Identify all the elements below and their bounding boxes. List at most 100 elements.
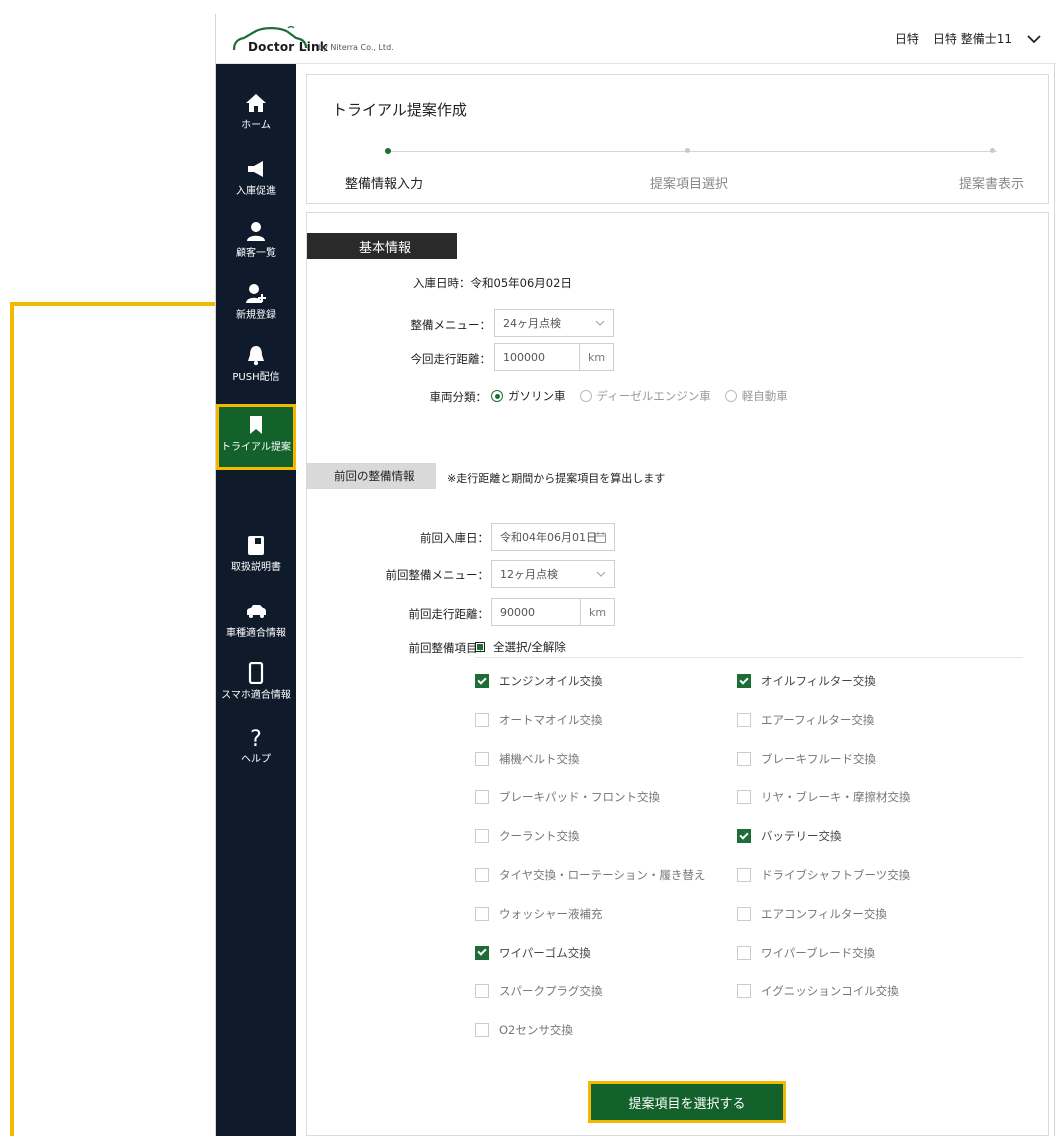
sidebar-item-label: PUSH配信 — [232, 372, 280, 383]
sidebar-item-manual[interactable]: 取扱説明書 — [216, 528, 296, 584]
sidebar-item-vehicle-info[interactable]: 車種適合情報 — [216, 594, 296, 650]
home-icon — [246, 94, 266, 112]
radio-kei[interactable]: 軽自動車 — [724, 388, 788, 404]
app-logo[interactable]: Doctor Link by Niterra Co., Ltd. — [230, 23, 420, 56]
step-label-2: 提案項目選択 — [650, 177, 729, 192]
checkbox-item[interactable]: リヤ・ブレーキ・摩擦材交換 — [737, 789, 911, 805]
checkbox-unchecked — [737, 906, 751, 921]
checkbox-label: ブレーキフルード交換 — [761, 751, 876, 766]
sidebar-item-label: ヘルプ — [241, 754, 271, 765]
car-icon — [247, 605, 266, 618]
checkbox-item[interactable]: O2センサ交換 — [475, 1022, 573, 1038]
checkbox-unchecked — [737, 751, 751, 766]
mileage-input[interactable]: 100000 km — [494, 343, 614, 371]
select-all-toggle[interactable]: 全選択/全解除 — [475, 639, 566, 655]
checkbox-label: スパークプラグ交換 — [499, 984, 603, 999]
logo-company: by Niterra Co., Ltd. — [318, 43, 394, 52]
checkbox-label: ワイパーブレード交換 — [761, 945, 876, 960]
vehicle-type-radio-group: ガソリン車 ディーゼルエンジン車 軽自動車 — [491, 388, 802, 404]
book-icon — [248, 536, 264, 555]
checkbox-unchecked — [737, 868, 751, 882]
user-name: 日特 整備士11 — [932, 32, 1012, 46]
megaphone-icon — [248, 161, 263, 177]
checkbox-item[interactable]: ブレーキパッド・フロント交換 — [475, 789, 660, 805]
user-company: 日特 — [894, 32, 919, 46]
checkbox-item[interactable]: ワイパーブレード交換 — [737, 945, 875, 961]
checkbox-label: クーラント交換 — [499, 829, 580, 844]
checkbox-item[interactable]: バッテリー交換 — [737, 828, 842, 844]
previous-date-input[interactable]: 令和04年06月01日 — [491, 523, 615, 551]
select-all-box — [475, 642, 485, 652]
sidebar-item-trial-proposal[interactable]: トライアル提案 — [216, 404, 296, 470]
bookmark-icon — [250, 416, 262, 434]
checkbox-label: オイルフィルター交換 — [761, 674, 876, 688]
sidebar-item-label: 入庫促進 — [236, 186, 276, 197]
previous-menu-select[interactable]: 12ヶ月点検 — [491, 560, 615, 588]
checkbox-label: リヤ・ブレーキ・摩擦材交換 — [761, 790, 911, 805]
sidebar-item-home[interactable]: ホーム — [216, 86, 296, 142]
checkbox-item[interactable]: ワイパーゴム交換 — [475, 945, 591, 961]
sidebar: ホーム 入庫促進 顧客一覧 新規登録 PUSH配信 トライアル提案 取扱説明書 — [216, 64, 296, 1136]
checkbox-item[interactable]: エアコンフィルター交換 — [737, 906, 887, 922]
person-icon — [247, 222, 265, 241]
checkbox-item[interactable]: ドライブシャフトブーツ交換 — [737, 867, 910, 883]
checkbox-unchecked — [475, 984, 489, 999]
radio-circle — [579, 390, 592, 402]
menu-select[interactable]: 24ヶ月点検 — [494, 309, 614, 337]
checkbox-label: エアーフィルター交換 — [761, 712, 875, 727]
sidebar-item-label: ホーム — [241, 120, 271, 131]
form-card: 基本情報 入庫日時：令和05年06月02日 整備メニュー： 24ヶ月点検 今回走… — [306, 212, 1049, 1136]
user-menu[interactable]: 日特 日特 整備士11 — [895, 30, 1042, 47]
checkbox-label: イグニッションコイル交換 — [761, 984, 899, 999]
previous-mileage-input[interactable]: 90000 km — [491, 598, 615, 626]
select-proposal-items-button[interactable]: 提案項目を選択する — [588, 1081, 786, 1123]
checkbox-unchecked — [475, 906, 489, 921]
checkbox-item[interactable]: クーラント交換 — [475, 828, 580, 844]
previous-info-heading: 前回の整備情報 — [306, 463, 436, 489]
checkbox-item[interactable]: ウォッシャー液補充 — [475, 906, 603, 922]
sidebar-item-smartphone-info[interactable]: スマホ適合情報 — [216, 656, 296, 712]
step-label-3: 提案書表示 — [959, 177, 1025, 192]
calendar-icon[interactable] — [595, 532, 606, 543]
mileage-unit: km — [579, 344, 613, 370]
step-dot-2 — [685, 148, 690, 153]
checkbox-unchecked — [737, 712, 751, 727]
bell-icon — [248, 346, 264, 366]
checkbox-label: オートマオイル交換 — [499, 712, 603, 727]
entry-date-value: 令和05年06月02日 — [470, 276, 572, 290]
checkbox-item[interactable]: オイルフィルター交換 — [737, 673, 876, 689]
smartphone-icon — [248, 662, 264, 684]
checkbox-item[interactable]: エアーフィルター交換 — [737, 712, 874, 728]
sidebar-item-promotion[interactable]: 入庫促進 — [216, 152, 296, 208]
checkbox-checked — [737, 674, 751, 688]
radio-diesel[interactable]: ディーゼルエンジン車 — [579, 388, 711, 404]
sidebar-item-help[interactable]: ? ヘルプ — [216, 720, 296, 776]
checkbox-unchecked — [475, 790, 489, 805]
checkbox-item[interactable]: エンジンオイル交換 — [475, 673, 603, 689]
basic-info-heading: 基本情報 — [307, 233, 457, 259]
checkbox-item[interactable]: 補機ベルト交換 — [475, 751, 580, 767]
checkbox-item[interactable]: タイヤ交換・ローテーション・履き替え — [475, 867, 705, 883]
page-title: トライアル提案作成 — [332, 101, 467, 119]
sidebar-item-register[interactable]: 新規登録 — [216, 276, 296, 332]
checkbox-unchecked — [475, 868, 489, 882]
radio-label: ディーゼルエンジン車 — [596, 389, 711, 403]
sidebar-item-label: 新規登録 — [236, 310, 276, 321]
sidebar-item-push[interactable]: PUSH配信 — [216, 338, 296, 394]
checkbox-item[interactable]: ブレーキフルード交換 — [737, 751, 876, 767]
checkbox-item[interactable]: イグニッションコイル交換 — [737, 983, 899, 999]
previous-menu-value: 12ヶ月点検 — [500, 568, 558, 581]
mileage-input-value: 100000 — [503, 350, 545, 364]
sidebar-item-customers[interactable]: 顧客一覧 — [216, 214, 296, 270]
menu-label: 整備メニュー： — [410, 318, 492, 332]
chevron-down-icon[interactable] — [1026, 31, 1042, 47]
svg-text:?: ? — [250, 727, 262, 748]
checkbox-unchecked — [475, 829, 489, 844]
radio-gasoline[interactable]: ガソリン車 — [491, 388, 566, 404]
checkbox-item[interactable]: オートマオイル交換 — [475, 712, 603, 728]
question-icon: ? — [250, 727, 262, 748]
checkbox-item[interactable]: スパークプラグ交換 — [475, 983, 603, 999]
sidebar-item-label: 顧客一覧 — [236, 248, 276, 259]
checkbox-unchecked — [475, 1023, 489, 1038]
progress-line — [387, 151, 997, 152]
